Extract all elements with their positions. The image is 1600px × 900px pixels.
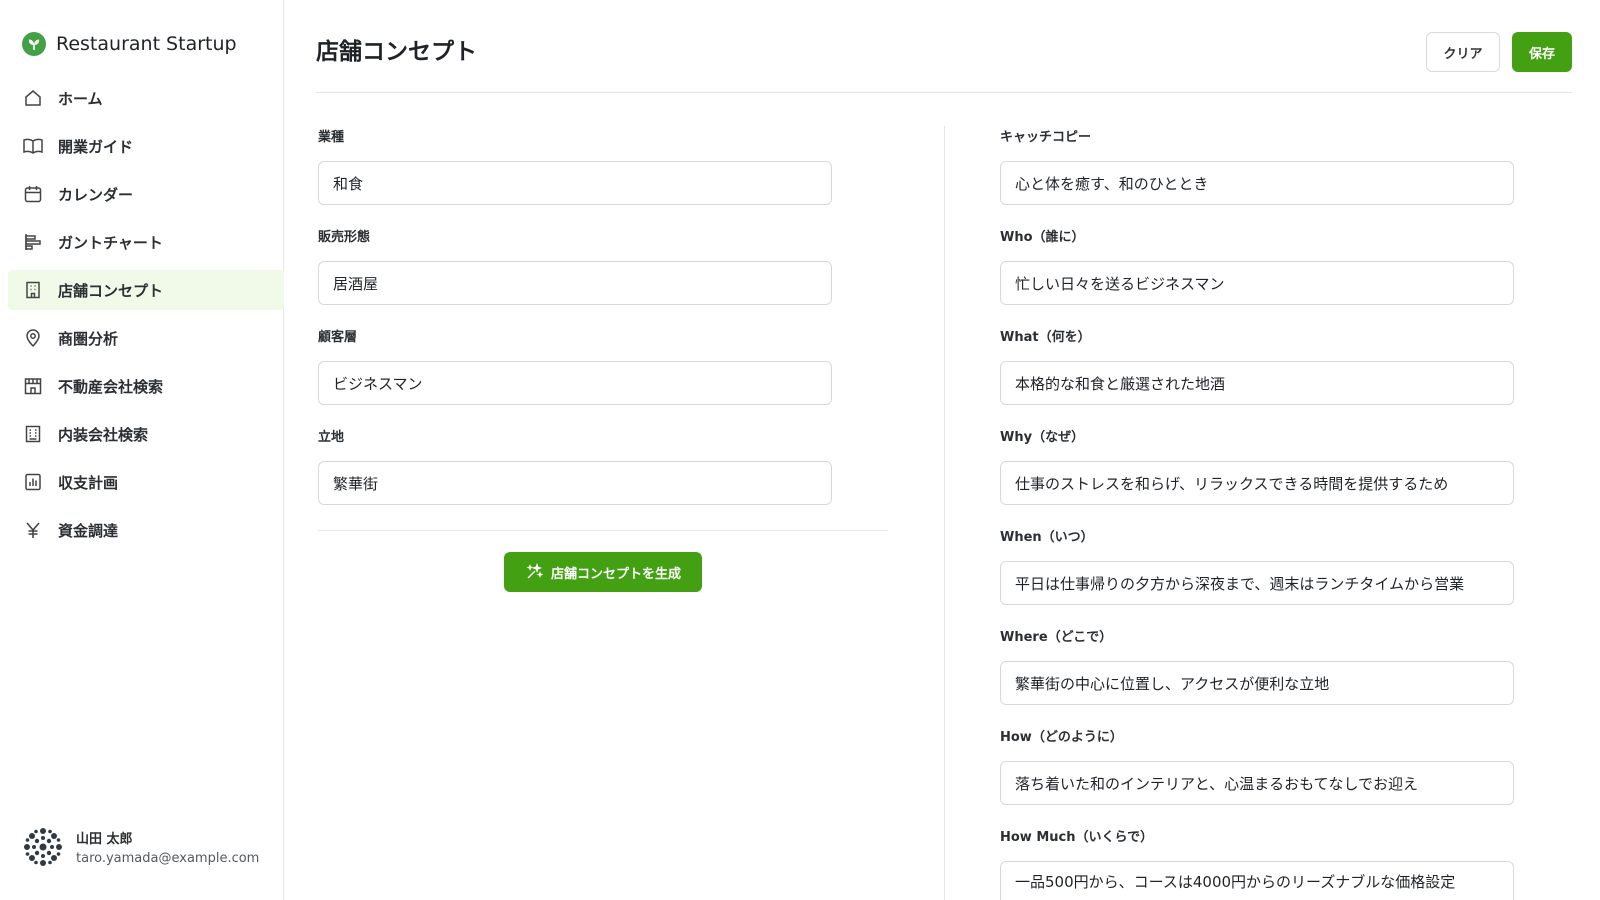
sidebar-item-label: 収支計画 [58, 473, 119, 492]
catchcopy-input[interactable] [1000, 161, 1514, 205]
building-icon [22, 279, 44, 301]
location-input[interactable] [318, 461, 832, 505]
how-much-input[interactable] [1000, 861, 1514, 900]
page-title: 店舗コンセプト [316, 39, 477, 65]
sidebar-item-home[interactable]: ホーム [8, 78, 284, 118]
when-input[interactable] [1000, 561, 1514, 605]
where-input[interactable] [1000, 661, 1514, 705]
sidebar-item-trade-area[interactable]: 商圏分析 [8, 318, 284, 358]
yen-icon [22, 519, 44, 541]
app-name: Restaurant Startup [56, 33, 237, 55]
column-divider [944, 126, 945, 900]
how-label: How（どのように） [1000, 730, 1123, 745]
what-label: What（何を） [1000, 330, 1091, 345]
sidebar: Restaurant Startup ホーム 開業ガイド カレンダー ガントチャ… [0, 0, 284, 900]
avatar [22, 826, 64, 868]
sidebar-item-label: 開業ガイド [58, 137, 134, 156]
industry-label: 業種 [318, 130, 345, 145]
what-input[interactable] [1000, 361, 1514, 405]
brand[interactable]: Restaurant Startup [22, 30, 237, 58]
user-profile[interactable]: 山田 太郎 taro.yamada@example.com [22, 826, 259, 868]
office-building-icon [22, 423, 44, 445]
user-info: 山田 太郎 taro.yamada@example.com [76, 828, 259, 866]
sidebar-item-label: 資金調達 [58, 521, 119, 540]
form-separator [318, 530, 888, 531]
how-much-label: How Much（いくらで） [1000, 830, 1154, 845]
sparkles-icon [525, 563, 543, 581]
catchcopy-label: キャッチコピー [1000, 130, 1092, 145]
sidebar-item-label: 商圏分析 [58, 329, 119, 348]
sidebar-item-real-estate[interactable]: 不動産会社検索 [8, 366, 284, 406]
sidebar-item-label: 店舗コンセプト [58, 281, 164, 300]
when-label: When（いつ） [1000, 530, 1094, 545]
save-button[interactable]: 保存 [1512, 32, 1572, 72]
bar-chart-icon [22, 471, 44, 493]
sidebar-nav: ホーム 開業ガイド カレンダー ガントチャート 店舗コンセプト 商圏分析 不動産… [8, 78, 284, 558]
map-pin-icon [22, 327, 44, 349]
sales-format-label: 販売形態 [318, 230, 371, 245]
where-label: Where（どこで） [1000, 630, 1113, 645]
why-input[interactable] [1000, 461, 1514, 505]
sidebar-item-interior[interactable]: 内装会社検索 [8, 414, 284, 454]
location-label: 立地 [318, 430, 345, 445]
clear-button[interactable]: クリア [1426, 32, 1500, 72]
sidebar-item-revenue-plan[interactable]: 収支計画 [8, 462, 284, 502]
home-icon [22, 87, 44, 109]
generate-concept-label: 店舗コンセプトを生成 [550, 566, 681, 582]
sidebar-item-gantt[interactable]: ガントチャート [8, 222, 284, 262]
sales-format-input[interactable] [318, 261, 832, 305]
who-label: Who（誰に） [1000, 230, 1085, 245]
who-input[interactable] [1000, 261, 1514, 305]
storefront-icon [22, 375, 44, 397]
calendar-icon [22, 183, 44, 205]
sidebar-item-calendar[interactable]: カレンダー [8, 174, 284, 214]
sprout-logo-icon [22, 32, 46, 56]
gantt-icon [22, 231, 44, 253]
generate-concept-button[interactable]: 店舗コンセプトを生成 [504, 552, 702, 592]
sidebar-item-label: 不動産会社検索 [58, 377, 164, 396]
industry-input[interactable] [318, 161, 832, 205]
why-label: Why（なぜ） [1000, 430, 1085, 445]
sidebar-item-funding[interactable]: 資金調達 [8, 510, 284, 550]
user-name: 山田 太郎 [76, 832, 133, 847]
customer-segment-input[interactable] [318, 361, 832, 405]
user-email: taro.yamada@example.com [76, 851, 260, 866]
sidebar-item-label: ガントチャート [58, 233, 163, 252]
sidebar-item-store-concept[interactable]: 店舗コンセプト [8, 270, 284, 310]
sidebar-item-label: カレンダー [58, 185, 134, 204]
header-divider [316, 92, 1572, 93]
sidebar-item-guide[interactable]: 開業ガイド [8, 126, 284, 166]
how-input[interactable] [1000, 761, 1514, 805]
book-icon [22, 135, 44, 157]
customer-segment-label: 顧客層 [318, 330, 358, 345]
sidebar-item-label: ホーム [58, 89, 103, 108]
sidebar-item-label: 内装会社検索 [58, 425, 149, 444]
